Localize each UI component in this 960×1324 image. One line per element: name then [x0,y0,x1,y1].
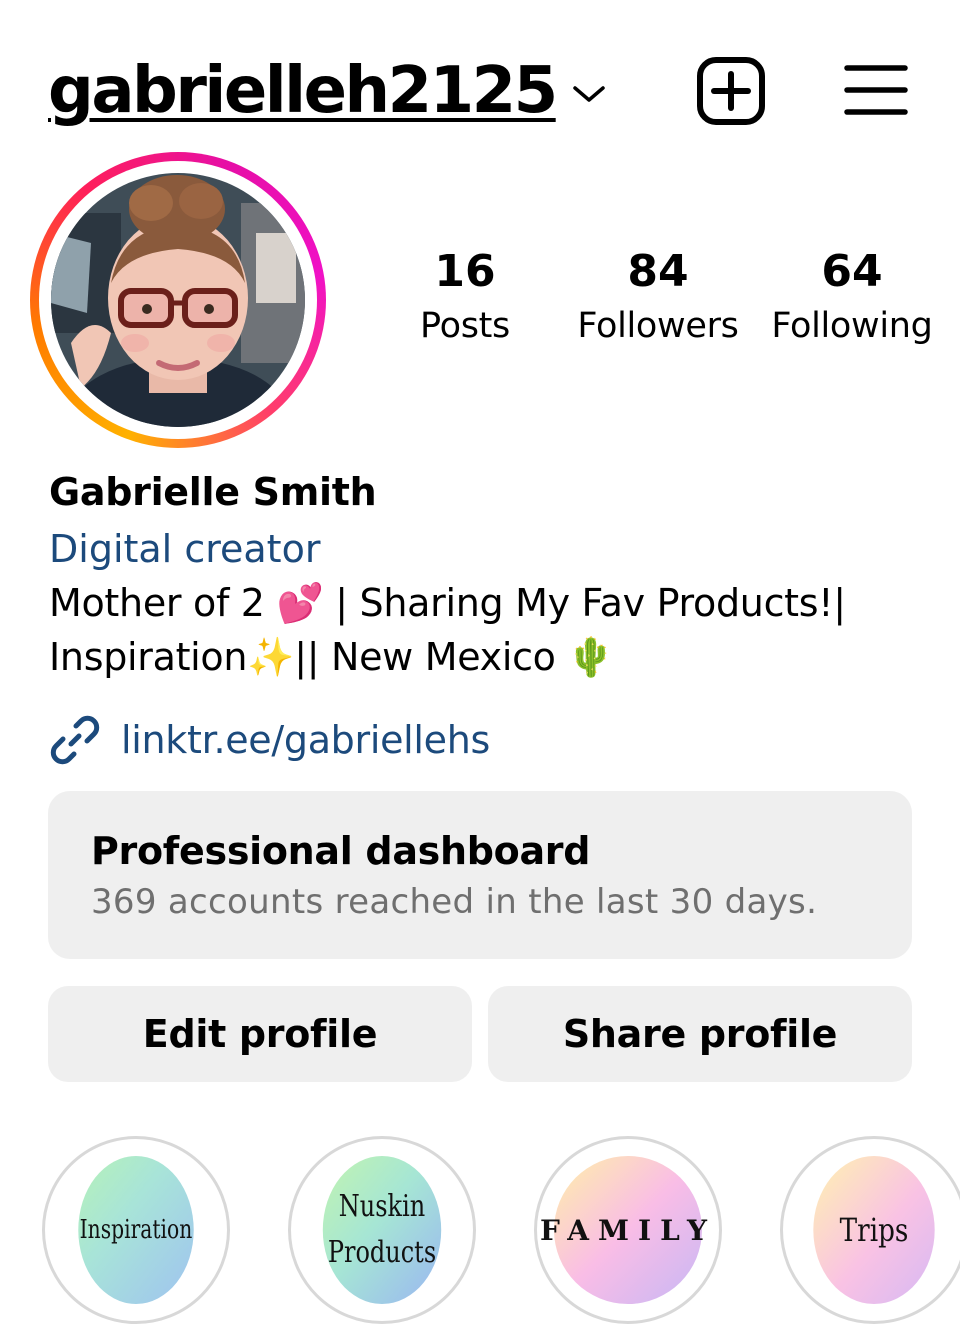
display-name: Gabrielle Smith [49,470,377,514]
username: gabrielleh2125 [48,54,558,128]
bio-text: | Sharing My Fav Products!| [323,581,846,625]
two-hearts-emoji: 💕 [276,581,324,625]
stat-followers[interactable]: 84 Followers [568,244,748,352]
bio-line-2: Inspiration ✨ || New Mexico 🌵 [49,630,929,684]
following-label: Following [771,306,933,346]
highlight-cover: Nuskin Products [322,1156,442,1304]
bio-text: Inspiration [49,635,248,679]
posts-count: 16 [434,246,496,297]
bio-text: || New Mexico [294,635,568,679]
link-chain-icon [50,715,100,765]
account-switcher[interactable]: gabrielleh2125 [48,50,606,132]
highlight-label-line: Nuskin [338,1189,426,1224]
highlight-family[interactable]: FAMILY [534,1136,722,1324]
stat-posts[interactable]: 16 Posts [396,244,534,352]
highlight-label: Nuskin Products [328,1184,436,1276]
avatar-photo-illustration [51,173,305,427]
dashboard-subtitle: 369 accounts reached in the last 30 days… [91,882,818,922]
highlight-inspiration[interactable]: Inspiration [42,1136,230,1324]
profile-link[interactable]: linktr.ee/gabriellehs [49,712,490,768]
share-profile-button[interactable]: Share profile [488,986,912,1082]
bio-text: Mother of 2 [49,581,277,625]
chevron-down-icon [572,86,605,102]
following-count: 64 [821,246,883,297]
highlight-label-line: Products [327,1235,437,1270]
highlight-nuskin-products[interactable]: Nuskin Products [288,1136,476,1324]
avatar [51,173,305,427]
plus-square-icon[interactable] [696,56,766,126]
edit-profile-button[interactable]: Edit profile [48,986,472,1082]
category-label[interactable]: Digital creator [49,522,320,576]
stat-following[interactable]: 64 Following [762,244,942,352]
highlight-label: Inspiration [79,1215,193,1245]
cactus-emoji: 🌵 [567,635,615,679]
followers-label: Followers [577,306,739,346]
dashboard-title: Professional dashboard [91,829,591,873]
sparkles-emoji: ✨ [247,635,295,679]
posts-label: Posts [420,306,510,346]
hamburger-menu-icon[interactable] [844,62,908,118]
highlight-cover: FAMILY [540,1156,707,1304]
highlight-trips[interactable]: Trips [780,1136,960,1324]
link-text: linktr.ee/gabriellehs [121,718,491,762]
highlight-label: Trips [839,1211,909,1249]
highlight-label: FAMILY [540,1213,716,1247]
followers-count: 84 [627,246,689,297]
highlight-cover: Inspiration [78,1156,194,1304]
highlight-cover: Trips [813,1156,935,1304]
bio-line-1: Mother of 2 💕 | Sharing My Fav Products!… [49,576,929,630]
professional-dashboard-card[interactable]: Professional dashboard 369 accounts reac… [48,791,912,959]
avatar-story-ring[interactable] [30,152,326,448]
bio: Mother of 2 💕 | Sharing My Fav Products!… [49,576,929,684]
